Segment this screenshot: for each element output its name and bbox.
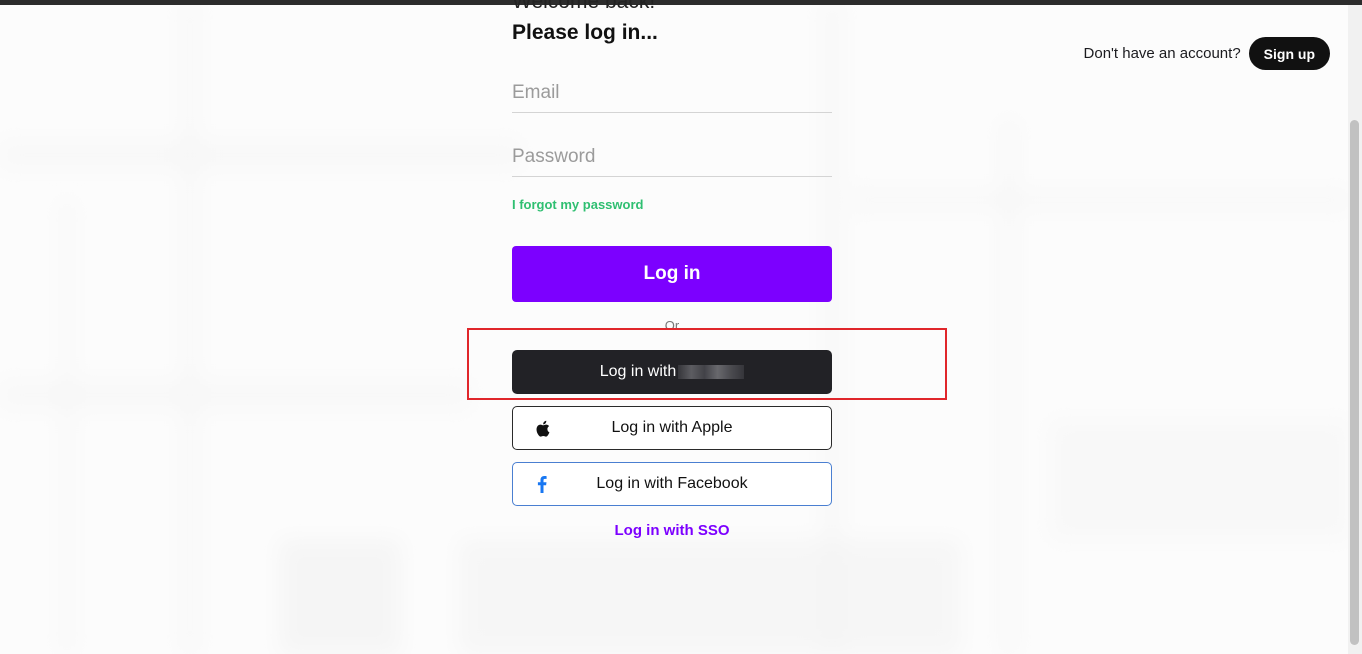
no-account-text: Don't have an account?: [1083, 45, 1241, 62]
browser-top-strip: [0, 0, 1362, 5]
sign-up-button[interactable]: Sign up: [1248, 37, 1330, 70]
email-field[interactable]: [512, 73, 832, 113]
password-field[interactable]: [512, 137, 832, 177]
apple-icon: [533, 419, 551, 437]
signup-area: Don't have an account? Sign up: [1084, 37, 1330, 70]
scrollbar-track[interactable]: [1348, 5, 1362, 654]
login-with-sso-link[interactable]: Log in with SSO: [512, 522, 832, 539]
scrollbar-thumb[interactable]: [1350, 120, 1359, 645]
welcome-heading: Welcome back!: [512, 0, 656, 13]
highlight-box: [467, 328, 947, 400]
apple-login-label: Log in with Apple: [611, 419, 733, 436]
login-with-facebook-button[interactable]: Log in with Facebook: [512, 462, 832, 506]
forgot-password-link[interactable]: I forgot my password: [512, 197, 643, 212]
page-title: Please log in...: [512, 21, 658, 44]
facebook-login-label: Log in with Facebook: [596, 475, 748, 492]
facebook-icon: [533, 475, 551, 493]
login-button[interactable]: Log in: [512, 246, 832, 302]
login-with-apple-button[interactable]: Log in with Apple: [512, 406, 832, 450]
